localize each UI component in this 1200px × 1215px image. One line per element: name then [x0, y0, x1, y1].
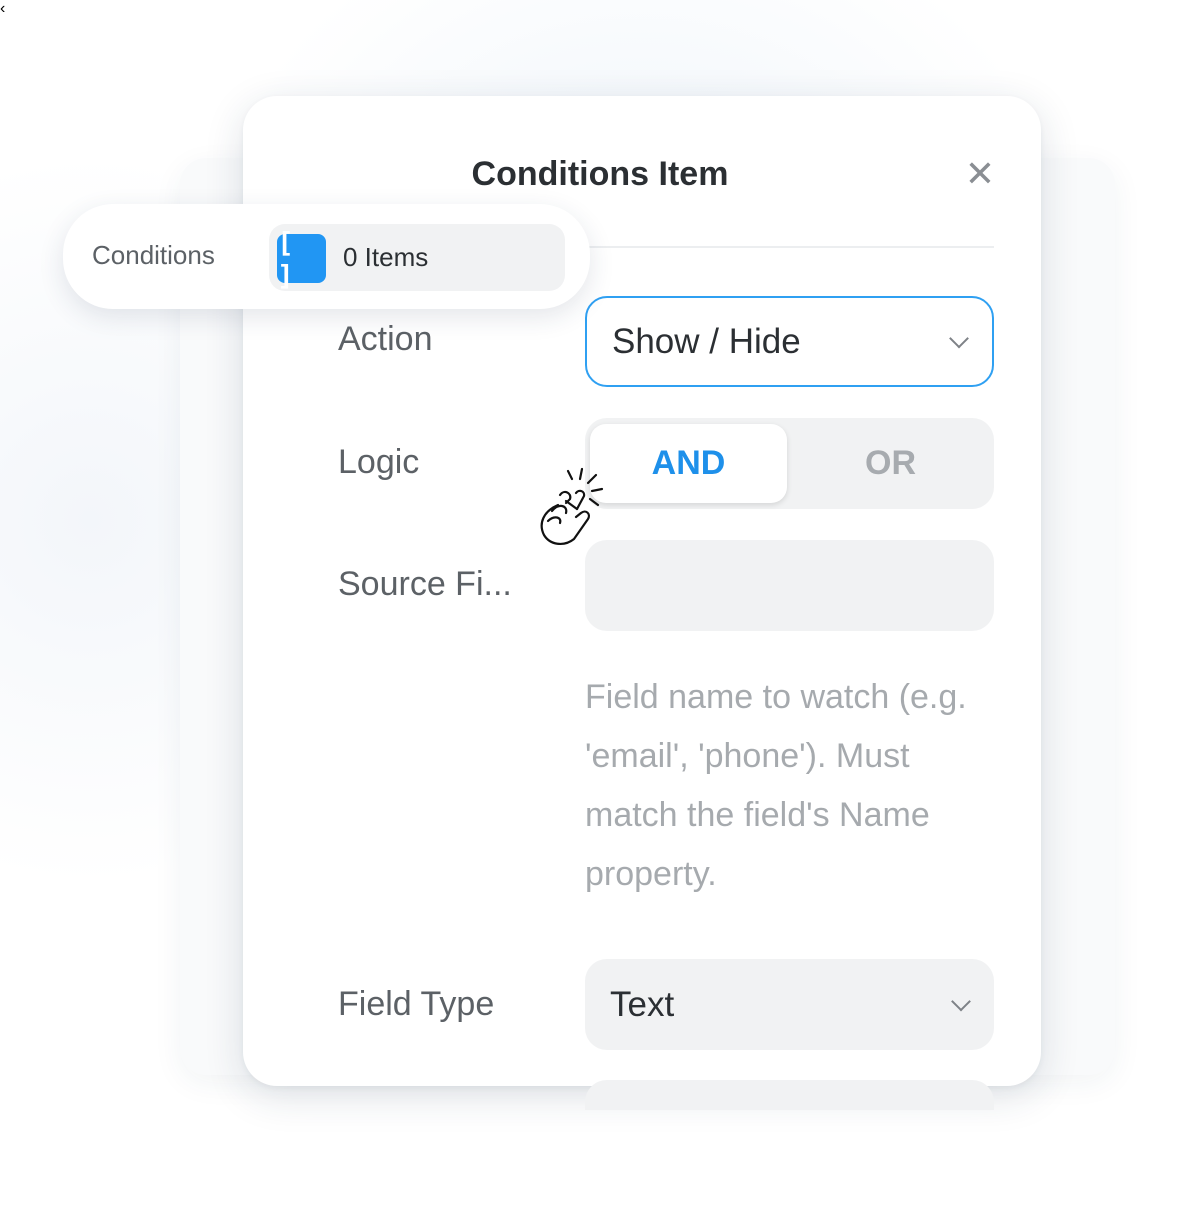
items-count: 0 Items	[343, 242, 429, 272]
logic-toggle: AND OR	[585, 418, 994, 509]
source-field-label: Source Fi...	[338, 565, 512, 603]
field-type-select[interactable]: Text	[585, 959, 994, 1050]
panel-title: Conditions Item	[471, 155, 729, 193]
field-type-select-value: Text	[610, 984, 675, 1024]
chevron-left-icon[interactable]: ‹	[0, 0, 5, 17]
source-field-input[interactable]	[585, 540, 994, 631]
logic-label: Logic	[338, 443, 420, 481]
action-select[interactable]: Show / Hide	[585, 296, 994, 387]
stage: ‹ Conditions Item ✕ Action Show / Hide L…	[0, 0, 1200, 1215]
brackets-icon: [ ]	[277, 226, 326, 292]
action-select-value: Show / Hide	[612, 321, 801, 361]
close-icon[interactable]: ✕	[962, 155, 998, 193]
next-field-partial	[585, 1080, 994, 1110]
conditions-label: Conditions	[92, 240, 215, 270]
hand-pointer-icon	[540, 467, 604, 545]
chevron-down-icon	[949, 328, 969, 348]
action-label: Action	[338, 320, 433, 358]
source-field-help-text: Field name to watch (e.g. 'email', 'phon…	[585, 678, 967, 893]
field-type-label: Field Type	[338, 985, 495, 1023]
logic-option-and[interactable]: AND	[590, 424, 787, 503]
chevron-down-icon	[951, 991, 971, 1011]
logic-option-or[interactable]: OR	[792, 424, 989, 503]
